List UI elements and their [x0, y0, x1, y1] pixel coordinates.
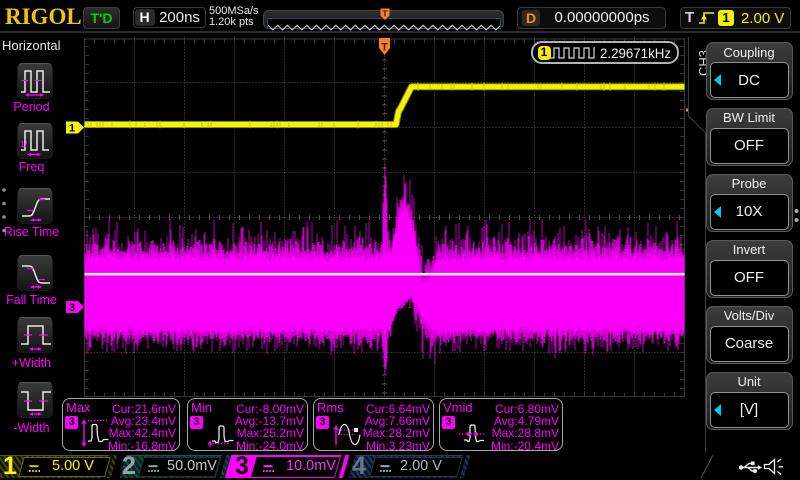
svg-text:T: T [381, 42, 388, 54]
svg-text:3: 3 [69, 302, 75, 314]
svg-text:T: T [382, 8, 388, 18]
svg-text:1: 1 [69, 123, 75, 135]
svg-text:1/: 1/ [20, 139, 28, 149]
